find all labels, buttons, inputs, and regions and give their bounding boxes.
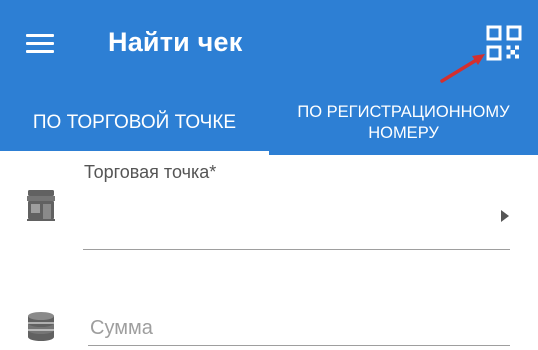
tab-indicator xyxy=(0,151,269,155)
store-icon xyxy=(27,190,55,221)
coins-icon xyxy=(28,312,54,341)
store-field-label: Торговая точка* xyxy=(84,162,217,182)
page-title: Найти чек xyxy=(108,27,243,57)
dropdown-arrow-icon[interactable] xyxy=(500,209,510,223)
tab-label: ПО РЕГИСТРАЦИОННОМУ НОМЕРУ xyxy=(297,102,510,142)
store-field[interactable] xyxy=(83,249,510,250)
sum-input[interactable] xyxy=(88,312,510,346)
annotation-arrow-icon xyxy=(440,54,485,83)
menu-icon-line xyxy=(26,34,54,37)
app-bar: Найти чек ПО ТОРГОВОЙ ТОЧКЕ ПО РЕГИСТРАЦ… xyxy=(0,0,538,155)
menu-icon-line xyxy=(26,50,54,53)
tab-by-store[interactable]: ПО ТОРГОВОЙ ТОЧКЕ xyxy=(0,96,269,155)
menu-button[interactable] xyxy=(26,32,56,54)
menu-icon-line xyxy=(26,42,54,45)
tab-label: ПО ТОРГОВОЙ ТОЧКЕ xyxy=(32,111,237,133)
tab-by-registration-number[interactable]: ПО РЕГИСТРАЦИОННОМУ НОМЕРУ xyxy=(269,96,538,155)
